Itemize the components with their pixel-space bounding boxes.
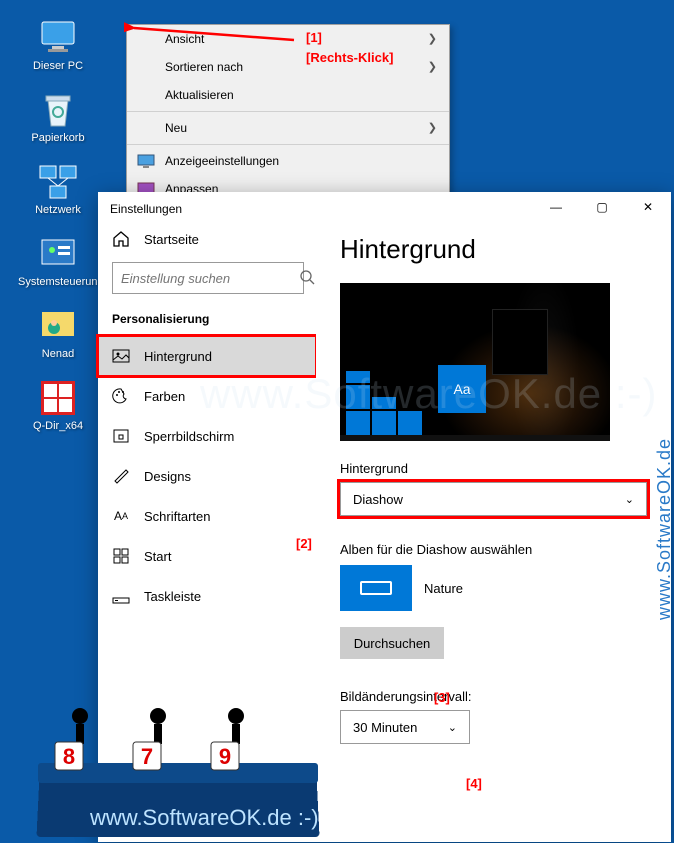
nav-lockscreen[interactable]: Sperrbildschirm [98,416,316,456]
nav-home-label: Startseite [144,232,199,247]
annotation-4: [4] [466,776,482,791]
chevron-right-icon: ❯ [428,53,437,81]
nav-start[interactable]: Start [98,536,316,576]
svg-text:8: 8 [63,744,75,769]
home-icon [112,230,130,248]
nav-label: Start [144,549,171,564]
album-label: Alben für die Diashow auswählen [340,542,647,557]
chevron-down-icon: ⌄ [625,493,634,506]
figure-8: 8 [55,708,88,770]
separator [127,111,449,112]
watermark-center: www.SoftwareOK.de :-) [200,370,657,418]
number-figures: 8 7 9 [52,706,272,791]
search-icon [299,269,315,288]
nav-label: Sperrbildschirm [144,429,234,444]
watermark-side: www.SoftwareOK.de :-) [654,438,674,620]
dropdown-value: 30 Minuten [353,720,417,735]
annotation-2: [2] [296,536,312,551]
icon-label: Papierkorb [18,132,98,144]
nav-label: Designs [144,469,191,484]
nav-taskbar[interactable]: Taskleiste [98,576,316,616]
dropdown-value: Diashow [353,492,403,507]
font-icon: AA [112,507,130,525]
icon-label: Q-Dir_x64 [18,420,98,432]
preview-taskbar [340,435,610,441]
svg-text:7: 7 [141,744,153,769]
album-item[interactable]: Nature [340,565,647,611]
figure-7: 7 [133,708,166,770]
svg-text:9: 9 [219,744,231,769]
chevron-down-icon: ⌄ [448,721,457,734]
display-icon [137,152,155,170]
settings-main: — ▢ ✕ Hintergrund Aa Hintergrund Diashow… [316,192,671,842]
nav-label: Hintergrund [144,349,212,364]
chevron-right-icon: ❯ [428,25,437,53]
preview-window [492,309,548,375]
nav-home[interactable]: Startseite [98,226,316,262]
album-thumb [340,565,412,611]
desktop-icon-user[interactable]: Nenad [18,306,98,360]
nav-themes[interactable]: Designs [98,456,316,496]
nav-label: Schriftarten [144,509,210,524]
annotation-3: [3] [434,690,450,705]
nav-label: Farben [144,389,185,404]
chevron-right-icon: ❯ [428,114,437,142]
desktop-icon-network[interactable]: Netzwerk [18,162,98,216]
desktop-icon-qdir[interactable]: Q-Dir_x64 [18,378,98,432]
page-title: Hintergrund [340,234,647,265]
close-button[interactable]: ✕ [625,192,671,222]
icon-label: Dieser PC [18,60,98,72]
search-input[interactable] [121,271,299,286]
window-buttons: — ▢ ✕ [533,192,671,222]
palette-icon [112,387,130,405]
desktop-icon-recycle-bin[interactable]: Papierkorb [18,90,98,144]
taskbar-icon [112,587,130,605]
annotation-rightclick: [Rechts-Klick] [306,50,393,65]
icon-label: Systemsteuerung [18,276,98,288]
separator [127,144,449,145]
ctx-display-settings[interactable]: Anzeigeeinstellungen [127,147,449,175]
desktop-icon-this-pc[interactable]: Dieser PC [18,18,98,72]
start-icon [112,547,130,565]
nav-label: Taskleiste [144,589,201,604]
bg-field-label: Hintergrund [340,461,647,476]
ctx-sort[interactable]: Sortieren nach❯ [127,53,449,81]
desktop-context-menu: Ansicht❯ Sortieren nach❯ Aktualisieren N… [126,24,450,204]
annotation-1: [1] [306,30,322,45]
desktop-icons: Dieser PC Papierkorb Netzwerk Systemsteu… [18,18,98,450]
search-box[interactable] [112,262,304,294]
lock-icon [112,427,130,445]
ctx-refresh[interactable]: Aktualisieren [127,81,449,109]
minimize-button[interactable]: — [533,192,579,222]
maximize-button[interactable]: ▢ [579,192,625,222]
browse-button[interactable]: Durchsuchen [340,627,444,659]
interval-label: Bildänderungsintervall: [340,689,647,704]
section-heading: Personalisierung [98,308,316,336]
nav-fonts[interactable]: AA Schriftarten [98,496,316,536]
figure-9: 9 [211,708,244,770]
background-type-dropdown[interactable]: Diashow ⌄ [340,482,647,516]
album-name: Nature [424,581,463,596]
ctx-view[interactable]: Ansicht❯ [127,25,449,53]
picture-icon [112,347,130,365]
window-title: Einstellungen [98,192,316,226]
ctx-new[interactable]: Neu❯ [127,114,449,142]
interval-dropdown[interactable]: 30 Minuten ⌄ [340,710,470,744]
icon-label: Nenad [18,348,98,360]
footer-text: www.SoftwareOK.de :-) [90,805,319,831]
brush-icon [112,467,130,485]
desktop-icon-control-panel[interactable]: Systemsteuerung [18,234,98,288]
icon-label: Netzwerk [18,204,98,216]
